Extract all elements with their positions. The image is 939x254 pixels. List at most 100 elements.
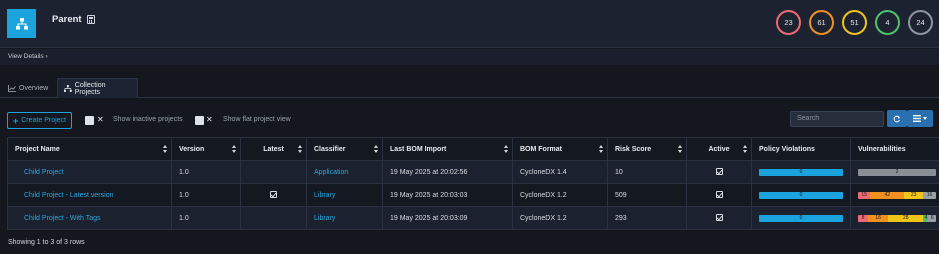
classifier-link[interactable]: Library	[306, 206, 383, 230]
checkmark-icon	[270, 191, 277, 199]
column-header-active[interactable]: Active	[686, 137, 752, 161]
calculator-icon[interactable]	[86, 15, 95, 24]
column-header-classifier[interactable]: Classifier	[306, 137, 383, 161]
tab-collection-projects[interactable]: Collection Projects	[57, 78, 138, 98]
latest-cell	[240, 183, 307, 207]
project-name-link[interactable]: Child Project - Latest version	[7, 183, 172, 207]
policy-violations-bar: 0	[759, 168, 843, 176]
line-chart-icon	[8, 84, 16, 92]
severity-count-badge: 23	[776, 10, 801, 35]
close-icon: ✕	[97, 115, 104, 124]
severity-count-badge: 24	[908, 10, 933, 35]
sort-icon	[163, 145, 167, 154]
caret-down-icon	[923, 117, 927, 120]
table-row: Child Project 1.0 Application 19 May 2025 a…	[7, 160, 939, 184]
vulnerabilities-bar: 8 16 28 4 6	[858, 214, 936, 222]
vulnerability-segment: 8	[858, 214, 869, 222]
pagination-info: Showing 1 to 3 of 3 rows	[8, 239, 85, 246]
show-flat-label: Show flat project view	[223, 116, 291, 123]
checkmark-icon	[715, 168, 723, 176]
column-header-risk-score[interactable]: Risk Score	[607, 137, 687, 161]
columns-toggle-button[interactable]	[907, 110, 933, 127]
show-flat-checkbox[interactable]	[195, 116, 204, 125]
refresh-icon	[893, 115, 900, 122]
latest-cell	[240, 206, 307, 230]
bom-format-cell: CycloneDX 1.4	[512, 160, 608, 184]
table-header-row: Project Name Version Latest Classifier Last …	[7, 137, 939, 161]
checkmark-icon	[715, 214, 723, 222]
risk-score-cell: 10	[607, 160, 687, 184]
latest-cell	[240, 160, 307, 184]
vulnerabilities-bar: 15 42 23 16	[858, 191, 936, 199]
last-bom-import-cell: 19 May 2025 at 20:03:09	[382, 206, 513, 230]
project-logo-icon	[7, 9, 36, 38]
severity-badges: 23 61 51 4 24	[776, 10, 933, 35]
version-cell: 1.0	[171, 206, 241, 230]
version-cell: 1.0	[171, 160, 241, 184]
sort-icon	[743, 145, 747, 154]
column-header-last-bom-import[interactable]: Last BOM Import	[382, 137, 513, 161]
sort-icon	[298, 145, 302, 154]
last-bom-import-cell: 19 May 2025 at 20:03:03	[382, 183, 513, 207]
table-row: Child Project - With Tags 1.0 Library 19 Ma…	[7, 206, 939, 230]
close-icon: ✕	[206, 115, 213, 124]
sort-icon	[504, 145, 508, 154]
severity-count-badge: 51	[842, 10, 867, 35]
vulnerability-segment: 2	[858, 168, 936, 176]
policy-violations-count: 0	[759, 214, 843, 222]
create-project-button[interactable]: + Create Project	[7, 112, 72, 129]
vulnerabilities-bar: 2	[858, 168, 936, 176]
table-row: Child Project - Latest version 1.0 Library…	[7, 183, 939, 207]
severity-count-badge: 4	[875, 10, 900, 35]
last-bom-import-cell: 19 May 2025 at 20:02:56	[382, 160, 513, 184]
active-cell	[686, 183, 752, 207]
sort-icon	[232, 145, 236, 154]
column-header-project-name[interactable]: Project Name	[7, 137, 172, 161]
vulnerability-segment: 28	[888, 214, 924, 222]
refresh-button[interactable]	[887, 110, 907, 127]
policy-violations-count: 0	[759, 168, 843, 176]
view-details-link[interactable]: View Details ›	[8, 53, 48, 60]
vulnerabilities-cell: 2	[850, 160, 939, 184]
sort-icon	[678, 145, 682, 154]
projects-table: Project Name Version Latest Classifier Last …	[7, 137, 939, 230]
plus-icon: +	[12, 115, 19, 126]
policy-violations-count: 0	[759, 191, 843, 199]
risk-score-cell: 293	[607, 206, 687, 230]
policy-violations-bar: 0	[759, 191, 843, 199]
column-header-latest[interactable]: Latest	[240, 137, 307, 161]
show-inactive-label: Show inactive projects	[113, 116, 183, 123]
project-name: Parent	[52, 14, 82, 25]
severity-count-badge: 61	[809, 10, 834, 35]
vulnerability-segment: 15	[858, 191, 871, 199]
tab-overview[interactable]: Overview	[2, 78, 54, 98]
vulnerability-segment: 23	[904, 191, 923, 199]
vulnerability-segment: 42	[870, 191, 905, 199]
show-inactive-checkbox[interactable]	[85, 116, 94, 125]
subheader-bar	[0, 49, 939, 65]
column-header-bom-format[interactable]: BOM Format	[512, 137, 608, 161]
sort-icon	[374, 145, 378, 154]
policy-violations-cell: 0	[751, 183, 851, 207]
vulnerabilities-cell: 15 42 23 16	[850, 183, 939, 207]
classifier-link[interactable]: Application	[306, 160, 383, 184]
bom-format-cell: CycloneDX 1.2	[512, 206, 608, 230]
project-header: Parent 23 61 51 4 24	[0, 0, 939, 48]
policy-violations-cell: 0	[751, 160, 851, 184]
project-name-link[interactable]: Child Project	[7, 160, 172, 184]
classifier-link[interactable]: Library	[306, 183, 383, 207]
vulnerability-segment: 6	[928, 214, 936, 222]
sort-icon	[599, 145, 603, 154]
active-cell	[686, 206, 752, 230]
page-title: Parent	[52, 14, 95, 25]
risk-score-cell: 509	[607, 183, 687, 207]
vulnerability-segment: 16	[868, 214, 889, 222]
column-header-policy-violations[interactable]: Policy Violations	[751, 137, 851, 161]
project-name-link[interactable]: Child Project - With Tags	[7, 206, 172, 230]
policy-violations-cell: 0	[751, 206, 851, 230]
search-input[interactable]: Search	[790, 111, 884, 127]
column-header-version[interactable]: Version	[171, 137, 241, 161]
sitemap-icon	[64, 85, 72, 92]
policy-violations-bar: 0	[759, 214, 843, 222]
column-header-vulnerabilities[interactable]: Vulnerabilities	[850, 137, 939, 161]
